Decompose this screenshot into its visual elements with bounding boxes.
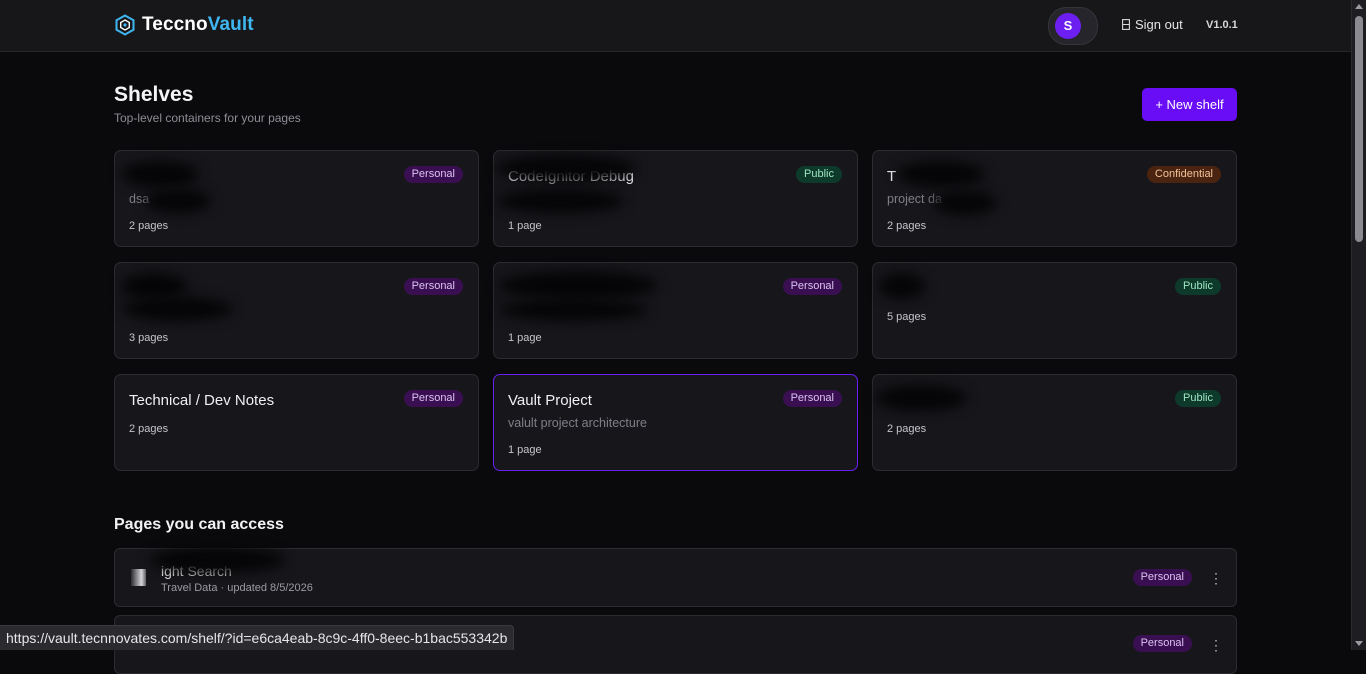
shelf-card[interactable]: 3 pages Personal xyxy=(114,262,479,359)
shelf-page-count: 1 page xyxy=(508,220,542,232)
shelf-description: valult project architecture xyxy=(508,416,647,430)
redaction-blur xyxy=(496,155,636,181)
redaction-blur xyxy=(145,189,211,213)
visibility-badge: Personal xyxy=(403,166,463,183)
visibility-badge: Personal xyxy=(403,390,463,407)
hexagon-logo-icon xyxy=(115,14,135,36)
page-subtitle: Top-level containers for your pages xyxy=(114,111,301,125)
door-icon xyxy=(1122,19,1130,30)
signout-label: Sign out xyxy=(1135,17,1183,32)
shelf-page-count: 1 page xyxy=(508,444,542,456)
shelf-card[interactable]: 1 page Personal xyxy=(493,262,858,359)
visibility-badge: Public xyxy=(796,166,842,183)
redaction-blur xyxy=(498,189,624,213)
visibility-badge: Public xyxy=(1175,278,1221,295)
shelf-page-count: 5 pages xyxy=(887,311,927,323)
visibility-badge: Confidential xyxy=(1146,166,1221,183)
redaction-blur xyxy=(897,161,985,187)
page-row[interactable]: ight Search Travel Data · updated 8/5/20… xyxy=(114,547,1237,607)
page-scrollbar[interactable] xyxy=(1351,0,1366,650)
shelf-page-count: 2 pages xyxy=(129,423,169,435)
top-bar: TeccnoVault S Sign out V1.0.1 xyxy=(0,0,1352,52)
shelf-page-count: 1 page xyxy=(508,332,542,344)
redaction-blur xyxy=(123,297,233,321)
version-label: V1.0.1 xyxy=(1206,19,1238,31)
page-thumbnail-icon xyxy=(131,569,146,586)
visibility-badge: Personal xyxy=(782,278,842,295)
shelf-page-count: 2 pages xyxy=(887,423,927,435)
visibility-badge: Personal xyxy=(1132,569,1192,586)
logo[interactable]: TeccnoVault xyxy=(114,14,254,36)
more-options-icon[interactable]: ⋮ xyxy=(1209,570,1223,586)
new-shelf-button[interactable]: + New shelf xyxy=(1142,88,1237,121)
scroll-thumb[interactable] xyxy=(1355,16,1363,242)
signout-button[interactable]: Sign out xyxy=(1122,17,1183,32)
shelf-card[interactable]: T project da 2 pages Confidential xyxy=(872,150,1237,247)
user-menu[interactable]: S xyxy=(1048,7,1098,45)
redaction-blur xyxy=(933,191,997,215)
shelves-grid: dsa 2 pages Personal CodeIgnitor Debug 1… xyxy=(114,150,1237,471)
redaction-blur xyxy=(879,273,925,299)
shelf-card[interactable]: CodeIgnitor Debug 1 page Public xyxy=(493,150,858,247)
shelf-title: Vault Project xyxy=(508,392,592,409)
shelf-card[interactable]: dsa 2 pages Personal xyxy=(114,150,479,247)
redaction-blur xyxy=(500,299,648,321)
scroll-down-arrow-icon[interactable] xyxy=(1355,641,1363,646)
avatar[interactable]: S xyxy=(1055,13,1081,39)
redaction-blur xyxy=(121,273,187,299)
pages-section-title: Pages you can access xyxy=(114,516,284,533)
visibility-badge: Personal xyxy=(1132,635,1192,652)
more-options-icon[interactable]: ⋮ xyxy=(1209,637,1223,653)
shelf-title: T xyxy=(887,168,897,185)
visibility-badge: Personal xyxy=(403,278,463,295)
shelf-page-count: 2 pages xyxy=(129,220,169,232)
visibility-badge: Public xyxy=(1175,390,1221,407)
link-status-bar: https://vault.tecnnovates.com/shelf/?id=… xyxy=(0,625,515,650)
shelf-card-selected[interactable]: Vault Project valult project architectur… xyxy=(493,374,858,471)
page-title: Shelves xyxy=(114,83,194,106)
scroll-up-arrow-icon[interactable] xyxy=(1355,4,1363,9)
shelf-card[interactable]: 5 pages Public xyxy=(872,262,1237,359)
page-meta: Travel Data · updated 8/5/2026 xyxy=(161,582,313,594)
shelf-page-count: 2 pages xyxy=(887,220,927,232)
redaction-blur xyxy=(875,385,967,411)
shelf-page-count: 3 pages xyxy=(129,332,169,344)
visibility-badge: Personal xyxy=(782,390,842,407)
redaction-blur xyxy=(149,547,285,573)
shelf-card[interactable]: 2 pages Public xyxy=(872,374,1237,471)
shelf-card[interactable]: Technical / Dev Notes 2 pages Personal xyxy=(114,374,479,471)
logo-text: TeccnoVault xyxy=(142,14,254,35)
redaction-blur xyxy=(121,161,199,187)
redaction-blur xyxy=(498,271,658,299)
shelf-title: Technical / Dev Notes xyxy=(129,392,275,409)
